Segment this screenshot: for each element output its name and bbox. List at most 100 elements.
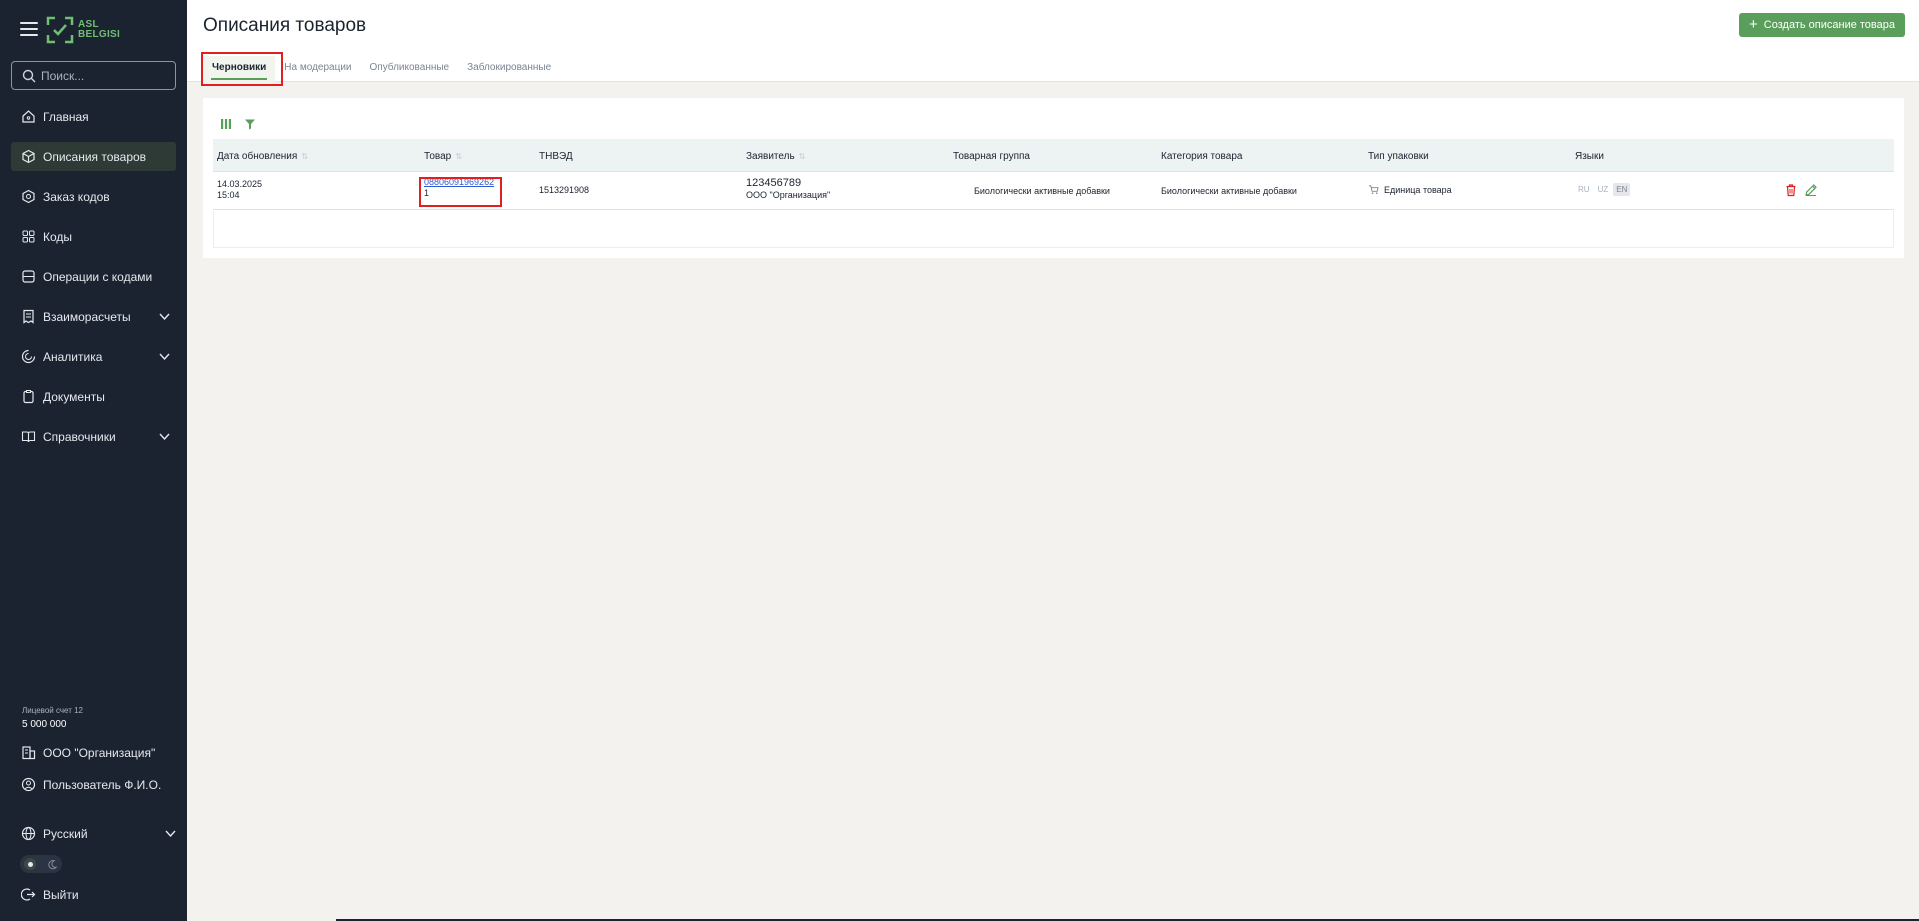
create-button-label: Создать описание товара [1763,19,1895,31]
column-header-applicant[interactable]: Заявитель ⇅ [746,151,805,162]
search-input[interactable] [41,68,161,83]
light-theme-icon [24,858,36,870]
menu-icon[interactable] [20,22,38,36]
sidebar-item-label: Документы [43,389,105,404]
search-icon [22,69,36,82]
create-product-description-button[interactable]: + Создать описание товара [1739,13,1905,37]
column-header-tnved: ТНВЭД [539,151,573,162]
tab-moderation[interactable]: На модерации [275,56,360,82]
book-icon [21,429,36,444]
page-header: Описания товаров + Создать описание това… [187,0,1919,82]
organization-name: ООО "Организация" [43,745,156,760]
edit-icon[interactable] [1804,183,1818,197]
search-box[interactable] [11,61,176,90]
clipboard-icon [21,389,36,404]
column-header-languages: Языки [1575,151,1604,162]
language-uz[interactable]: UZ [1595,183,1612,196]
sidebar-item-label: Взаиморасчеты [43,309,131,324]
qr-icon [21,229,36,244]
filter-icon[interactable] [244,118,256,130]
trash-icon[interactable] [1784,183,1798,197]
cell-package: Единица товара [1368,184,1452,195]
user-name: Пользователь Ф.И.О. [43,777,162,792]
sidebar: ASL BELGISI Главная Описания товаров Зак… [0,0,187,921]
sidebar-item-label: Заказ кодов [43,189,110,204]
tab-blocked[interactable]: Заблокированные [458,56,560,82]
applicant-name: ООО "Организация" [746,190,831,200]
chevron-down-icon[interactable] [159,431,170,442]
building-icon [21,745,36,760]
column-header-product-group: Товарная группа [953,151,1030,162]
sidebar-item-analytics[interactable]: Аналитика [11,342,176,371]
page-title: Описания товаров [203,15,367,36]
cell-applicant: 123456789 ООО "Организация" [746,177,830,201]
column-header-category: Категория товара [1161,151,1243,162]
globe-icon [21,826,36,841]
cell-date: 14.03.2025 15:04 [217,179,263,200]
sidebar-item-home[interactable]: Главная [11,102,176,131]
sort-icon[interactable]: ⇅ [799,152,806,161]
logo-text-2: BELGISI [78,29,121,40]
theme-toggle[interactable] [20,855,62,873]
sidebar-item-product-descriptions[interactable]: Описания товаров [11,142,176,171]
cart-icon [1368,185,1379,194]
sidebar-item-codes[interactable]: Коды [11,222,176,251]
plus-icon: + [1749,16,1758,33]
home-icon [21,109,36,124]
sidebar-item-documents[interactable]: Документы [11,382,176,411]
analytics-icon [21,349,36,364]
language-en[interactable]: EN [1613,183,1631,196]
logo-icon [46,16,74,44]
sidebar-item-label: Операции с кодами [43,269,153,284]
sidebar-item-code-operations[interactable]: Операции с кодами [11,262,176,291]
column-header-package: Тип упаковки [1368,151,1429,162]
cell-actions [1784,183,1818,197]
sidebar-item-code-orders[interactable]: Заказ кодов [11,182,176,211]
sidebar-item-label: Коды [43,229,73,244]
receipt-icon [21,309,36,324]
sort-icon[interactable]: ⇅ [455,152,462,161]
highlight-box [201,52,283,86]
chevron-down-icon [165,830,176,838]
sort-icon[interactable]: ⇅ [301,152,308,161]
logo[interactable]: ASL BELGISI [46,16,120,44]
applicant-inn: 123456789 [746,177,802,189]
cell-tnved: 1513291908 [539,185,590,195]
tab-published[interactable]: Опубликованные [361,56,459,82]
cell-languages: RU UZ EN [1575,183,1631,196]
chevron-down-icon[interactable] [159,311,170,322]
order-icon [21,189,36,204]
highlight-box [419,177,502,207]
sidebar-item-label: Описания товаров [43,149,147,164]
language-selector[interactable]: Русский [21,826,176,841]
chevron-down-icon[interactable] [159,351,170,362]
language-ru[interactable]: RU [1575,183,1593,196]
table-toolbar [220,118,256,130]
cell-category: Биологически активные добавки [1161,186,1297,196]
user-icon [21,777,36,792]
table-header: Дата обновления ⇅ Товар ⇅ ТНВЭД Заявитель ⇅… [213,139,1894,172]
language-label: Русский [43,826,88,841]
sidebar-item-label: Справочники [43,429,116,444]
account-label: Лицевой счет 12 [22,706,84,715]
package-label: Единица товара [1384,184,1452,195]
account-balance: 5 000 000 [22,719,67,730]
logout-icon [21,887,36,902]
columns-icon[interactable] [220,118,232,130]
moon-icon [48,859,58,869]
sidebar-item-label: Аналитика [43,349,103,364]
sidebar-item-settlements[interactable]: Взаиморасчеты [11,302,176,331]
logout-label: Выйти [43,887,79,902]
account-info: Лицевой счет 12 5 000 000 [22,706,83,730]
organization-item[interactable]: ООО "Организация" [21,745,176,760]
user-item[interactable]: Пользователь Ф.И.О. [21,777,176,792]
logout-item[interactable]: Выйти [21,887,176,902]
sidebar-item-references[interactable]: Справочники [11,422,176,451]
box-icon [21,149,36,164]
column-header-product[interactable]: Товар ⇅ [424,151,462,162]
sidebar-nav: Главная Описания товаров Заказ кодов Код… [11,102,176,462]
column-header-date[interactable]: Дата обновления ⇅ [217,151,308,162]
cell-product-group: Биологически активные добавки [974,186,1110,196]
operations-icon [21,269,36,284]
table-footer [213,211,1894,248]
